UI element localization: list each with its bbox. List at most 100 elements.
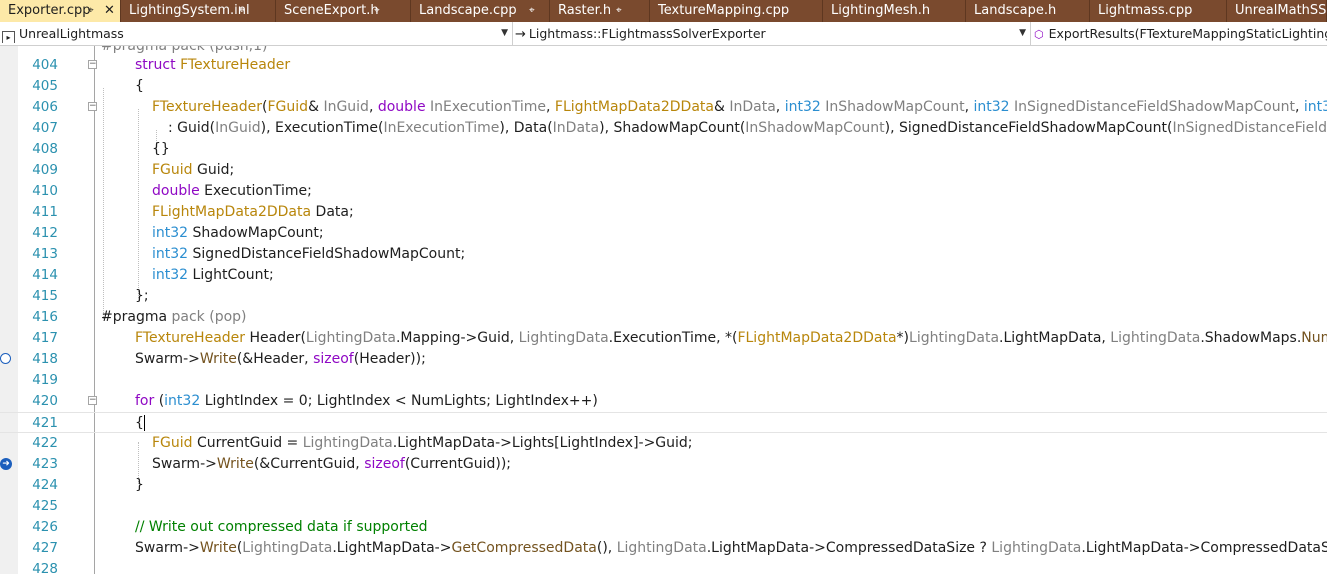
tab-label: Landscape.cpp [419, 3, 517, 18]
pin-icon[interactable]: ⌖ [616, 0, 622, 22]
tab-label: Lightmass.cpp [1098, 3, 1193, 18]
line-number: 411 [32, 204, 58, 220]
code-line: 405 { [0, 76, 1327, 97]
line-number: 418 [32, 351, 58, 367]
member-dropdown[interactable]: ⬡ ExportResults(FTextureMappingStaticLigh… [1034, 24, 1327, 43]
project-icon: ▸ [2, 31, 15, 43]
navigation-bar: ▸ UnrealLightmass ▼ → Lightmass::FLightmas… [0, 22, 1327, 46]
line-number: 406 [32, 99, 58, 115]
tab-sceneexport-h[interactable]: SceneExport.h ⌖ [276, 0, 411, 22]
code-line: 424 } [0, 475, 1327, 496]
code-text: FLightMapData2DData Data; [152, 204, 354, 220]
code-text: : Guid(InGuid), ExecutionTime(InExecutio… [168, 120, 1327, 136]
pin-icon[interactable]: ⌖ [239, 0, 245, 22]
code-line: 419 [0, 370, 1327, 391]
tab-label: Raster.h [558, 3, 612, 18]
line-number: 424 [32, 477, 58, 493]
tab-label: TextureMapping.cpp [658, 3, 790, 18]
line-number: 416 [32, 309, 58, 325]
project-label: UnrealLightmass [19, 26, 124, 41]
tab-landscape-h[interactable]: Landscape.h [966, 0, 1090, 22]
line-number: 420 [32, 393, 58, 409]
code-line: 413 int32 SignedDistanceFieldShadowMapCo… [0, 244, 1327, 265]
line-number: 423 [32, 456, 58, 472]
tab-lightingmesh-h[interactable]: LightingMesh.h [823, 0, 966, 22]
collapse-icon[interactable]: − [88, 60, 97, 69]
current-line: 421 { [0, 412, 1327, 433]
code-line: 414 int32 LightCount; [0, 265, 1327, 286]
breakpoint-arrow-icon[interactable]: ➜ [0, 458, 12, 470]
pin-icon[interactable]: ⌖ [88, 0, 94, 22]
code-text: struct FTextureHeader [135, 57, 291, 73]
code-line: 406 − FTextureHeader(FGuid& InGuid, doub… [0, 97, 1327, 118]
code-line: 425 [0, 496, 1327, 517]
code-line: ➜ 423 Swarm->Write(&CurrentGuid, sizeof(… [0, 454, 1327, 475]
line-number: 413 [32, 246, 58, 262]
code-line: 416 #pragma pack (pop) [0, 307, 1327, 328]
code-line: 415 }; [0, 286, 1327, 307]
chevron-down-icon[interactable]: ▼ [501, 24, 508, 43]
code-text: FGuid CurrentGuid = LightingData.LightMa… [152, 435, 693, 451]
line-number: 421 [32, 415, 58, 431]
tab-exporter-cpp[interactable]: Exporter.cpp ⌖ ✕ [0, 0, 121, 22]
bookmark-icon[interactable] [0, 353, 11, 364]
tab-raster-h[interactable]: Raster.h ⌖ [550, 0, 650, 22]
tab-landscape-cpp[interactable]: Landscape.cpp ⌖ [411, 0, 550, 22]
line-number: 417 [32, 330, 58, 346]
code-text: int32 SignedDistanceFieldShadowMapCount; [152, 246, 466, 262]
code-text: #pragma pack (pop) [101, 309, 247, 325]
line-number: 407 [32, 120, 58, 136]
tab-label: SceneExport.h [284, 3, 379, 18]
code-text: double ExecutionTime; [152, 183, 312, 199]
line-number: 426 [32, 519, 58, 535]
code-line: 407 : Guid(InGuid), ExecutionTime(InExec… [0, 118, 1327, 139]
line-number: 428 [32, 561, 58, 574]
document-tab-strip: Exporter.cpp ⌖ ✕ LightingSystem.inl ⌖ Sc… [0, 0, 1327, 22]
tab-unrealmathsse[interactable]: UnrealMathSSE. [1227, 0, 1327, 22]
code-line: 409 FGuid Guid; [0, 160, 1327, 181]
project-dropdown[interactable]: ▸ UnrealLightmass ▼ [0, 24, 510, 43]
text-caret [143, 415, 145, 431]
code-line: 426 // Write out compressed data if supp… [0, 517, 1327, 538]
chevron-down-icon[interactable]: ▼ [1019, 24, 1026, 43]
code-line: 428 [0, 559, 1327, 574]
code-line: 417 FTextureHeader Header(LightingData.M… [0, 328, 1327, 349]
code-text: int32 ShadowMapCount; [152, 225, 324, 241]
code-line: 420 − for (int32 LightIndex = 0; LightIn… [0, 391, 1327, 412]
code-line: 427 Swarm->Write(LightingData.LightMapDa… [0, 538, 1327, 559]
code-text: {} [152, 141, 170, 157]
code-line: 411 FLightMapData2DData Data; [0, 202, 1327, 223]
divider [1030, 22, 1031, 45]
code-editor[interactable]: #pragma pack (push,1) 404 − struct FText… [0, 46, 1327, 574]
line-number: 409 [32, 162, 58, 178]
code-text: { [135, 415, 145, 431]
code-line: 408 {} [0, 139, 1327, 160]
code-comment: // Write out compressed data if supporte… [135, 519, 428, 535]
tab-lightmass-cpp[interactable]: Lightmass.cpp [1090, 0, 1227, 22]
code-text: } [135, 477, 144, 493]
close-icon[interactable]: ✕ [104, 0, 115, 22]
tab-label: Exporter.cpp [8, 3, 91, 18]
divider [512, 22, 513, 45]
code-text: Swarm->Write(&Header, sizeof(Header)); [135, 351, 426, 367]
tab-label: Landscape.h [974, 3, 1057, 18]
scope-dropdown[interactable]: → Lightmass::FLightmassSolverExporter ▼ [515, 24, 1028, 43]
code-text: for (int32 LightIndex = 0; LightIndex < … [135, 393, 598, 409]
member-label: ExportResults(FTextureMappingStaticLight… [1048, 26, 1327, 41]
code-text: FTextureHeader Header(LightingData.Mappi… [135, 330, 1327, 346]
pin-icon[interactable]: ⌖ [529, 0, 535, 22]
pin-icon[interactable]: ⌖ [374, 0, 380, 22]
line-number: 410 [32, 183, 58, 199]
tab-lightingsystem-inl[interactable]: LightingSystem.inl ⌖ [121, 0, 276, 22]
collapse-icon[interactable]: − [88, 102, 97, 111]
line-number: 408 [32, 141, 58, 157]
line-number: 422 [32, 435, 58, 451]
line-number: 404 [32, 57, 58, 73]
code-line: 412 int32 ShadowMapCount; [0, 223, 1327, 244]
line-number: 427 [32, 540, 58, 556]
code-text: }; [135, 288, 149, 304]
code-line: 404 − struct FTextureHeader [0, 55, 1327, 76]
code-text: FTextureHeader(FGuid& InGuid, double InE… [152, 99, 1327, 115]
tab-texturemapping-cpp[interactable]: TextureMapping.cpp [650, 0, 823, 22]
collapse-icon[interactable]: − [88, 396, 97, 405]
